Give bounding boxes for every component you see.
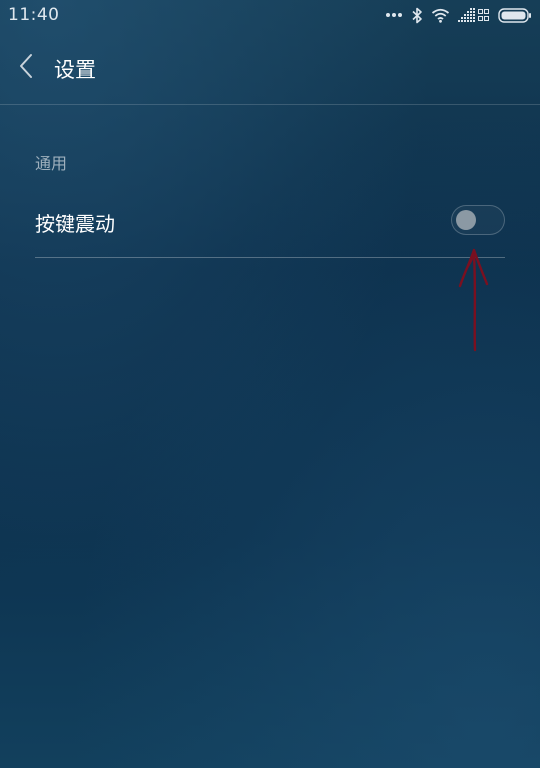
status-time: 11:40	[8, 5, 60, 25]
signal-icon	[458, 7, 490, 23]
setting-row-key-vibration[interactable]: 按键震动	[35, 184, 505, 258]
annotation-arrow	[450, 244, 500, 354]
status-bar: 11:40	[0, 0, 540, 30]
key-vibration-toggle[interactable]	[451, 205, 505, 235]
wifi-icon	[431, 8, 450, 23]
chevron-left-icon	[18, 53, 34, 83]
page-title: 设置	[54, 58, 96, 82]
header: 设置	[0, 30, 540, 105]
toggle-knob	[456, 210, 476, 230]
setting-label: 按键震动	[35, 212, 115, 236]
more-dots-icon	[385, 12, 403, 18]
status-icons	[385, 6, 532, 24]
section-label-general: 通用	[35, 154, 68, 173]
back-button[interactable]	[10, 50, 42, 86]
bluetooth-icon	[411, 7, 423, 24]
battery-icon	[498, 7, 532, 23]
